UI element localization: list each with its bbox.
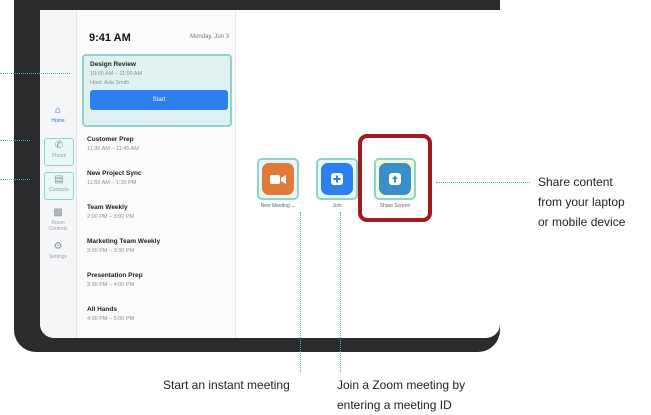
nav-phone-label: Phone (51, 153, 67, 159)
list-item[interactable]: Customer Prep 11:30 AM – 11:45 AM (87, 136, 233, 152)
new-meeting-button[interactable] (262, 163, 294, 195)
meeting-title: Presentation Prep (87, 272, 143, 279)
list-item[interactable]: Presentation Prep 3:30 PM – 4:00 PM (87, 272, 233, 288)
join-action[interactable]: Join (316, 158, 358, 209)
meeting-title: Design Review (90, 61, 136, 68)
nav-settings-label: Settings (48, 254, 68, 260)
phone-icon: ✆ (54, 140, 64, 151)
nav-phone[interactable]: ✆ Phone (44, 138, 74, 166)
video-camera-icon (270, 174, 286, 184)
share-screen-emphasis-box (358, 134, 432, 222)
nav-home[interactable]: ⌂ Home (44, 104, 72, 130)
list-item[interactable]: All Hands 4:00 PM – 5:00 PM (87, 306, 233, 322)
share-callout-line: from your laptop (538, 195, 625, 209)
meeting-time: 11:30 AM – 11:45 AM (87, 146, 139, 152)
meeting-time: 10:00 AM – 11:00 AM (90, 71, 143, 77)
join-button[interactable] (321, 163, 353, 195)
new-meeting-frame (257, 158, 299, 200)
meeting-title: All Hands (87, 306, 117, 313)
start-meeting-button[interactable]: Start (90, 90, 228, 110)
meeting-time: 3:00 PM – 3:30 PM (87, 248, 135, 254)
new-meeting-callout: Start an instant meeting (163, 378, 290, 392)
home-icon: ⌂ (54, 105, 62, 116)
settings-icon: ⚙ (53, 241, 63, 252)
join-frame (316, 158, 358, 200)
meeting-time: 4:00 PM – 5:00 PM (87, 316, 135, 322)
join-callout-line: Join a Zoom meeting by (337, 378, 466, 392)
join-callout-line: entering a meeting ID (337, 398, 452, 412)
nav-contacts[interactable]: ▤ Contacts (44, 172, 74, 200)
current-date: Monday, Jun 3 (190, 34, 229, 40)
meeting-list-panel: 9:41 AM Monday, Jun 3 Design Review 10:0… (77, 10, 236, 338)
meeting-title: Customer Prep (87, 136, 134, 143)
guide-line-new-meeting (300, 212, 301, 372)
nav-home-label: Home (51, 118, 65, 124)
nav-rail: ⌂ Home ✆ Phone ▤ Contacts ▩ Room Control… (40, 10, 77, 338)
clock-time: 9:41 AM (89, 32, 131, 44)
new-meeting-label: New Meeting (260, 203, 290, 209)
join-callout: Join a Zoom meeting by entering a meetin… (337, 375, 465, 415)
new-meeting-action[interactable]: New Meeting ⌄ (257, 158, 299, 209)
nav-room-controls[interactable]: ▩ Room Controls (44, 206, 72, 232)
current-meeting-card[interactable]: Design Review 10:00 AM – 11:00 AM Host: … (82, 54, 232, 127)
chevron-down-icon[interactable]: ⌄ (291, 203, 295, 209)
contacts-icon: ▤ (54, 174, 64, 185)
meeting-title: Team Weekly (87, 204, 128, 211)
list-item[interactable]: Marketing Team Weekly 3:00 PM – 3:30 PM (87, 238, 233, 254)
nav-settings[interactable]: ⚙ Settings (44, 240, 72, 266)
list-item[interactable]: Team Weekly 2:00 PM – 3:00 PM (87, 204, 233, 220)
guide-line-share (436, 182, 530, 183)
meeting-title: New Project Sync (87, 170, 142, 177)
guide-line-meeting-card (0, 73, 70, 74)
room-controls-icon: ▩ (53, 207, 63, 218)
guide-line-rail (0, 140, 30, 180)
nav-room-controls-label: Room Controls (48, 220, 68, 232)
share-callout-line: or mobile device (538, 215, 626, 229)
meeting-time: 11:50 AM – 1:30 PM (87, 180, 137, 186)
meeting-time: 2:00 PM – 3:00 PM (87, 214, 135, 220)
meeting-host: Host: Ada Smith (90, 80, 130, 86)
join-label: Join (332, 203, 342, 209)
nav-contacts-label: Contacts (49, 187, 69, 193)
meeting-title: Marketing Team Weekly (87, 238, 161, 245)
plus-icon (331, 173, 343, 185)
meeting-time: 3:30 PM – 4:00 PM (87, 282, 135, 288)
share-callout-line: Share content (538, 175, 613, 189)
guide-line-join (340, 212, 341, 372)
list-item[interactable]: New Project Sync 11:50 AM – 1:30 PM (87, 170, 233, 186)
share-callout: Share content from your laptop or mobile… (538, 172, 625, 232)
